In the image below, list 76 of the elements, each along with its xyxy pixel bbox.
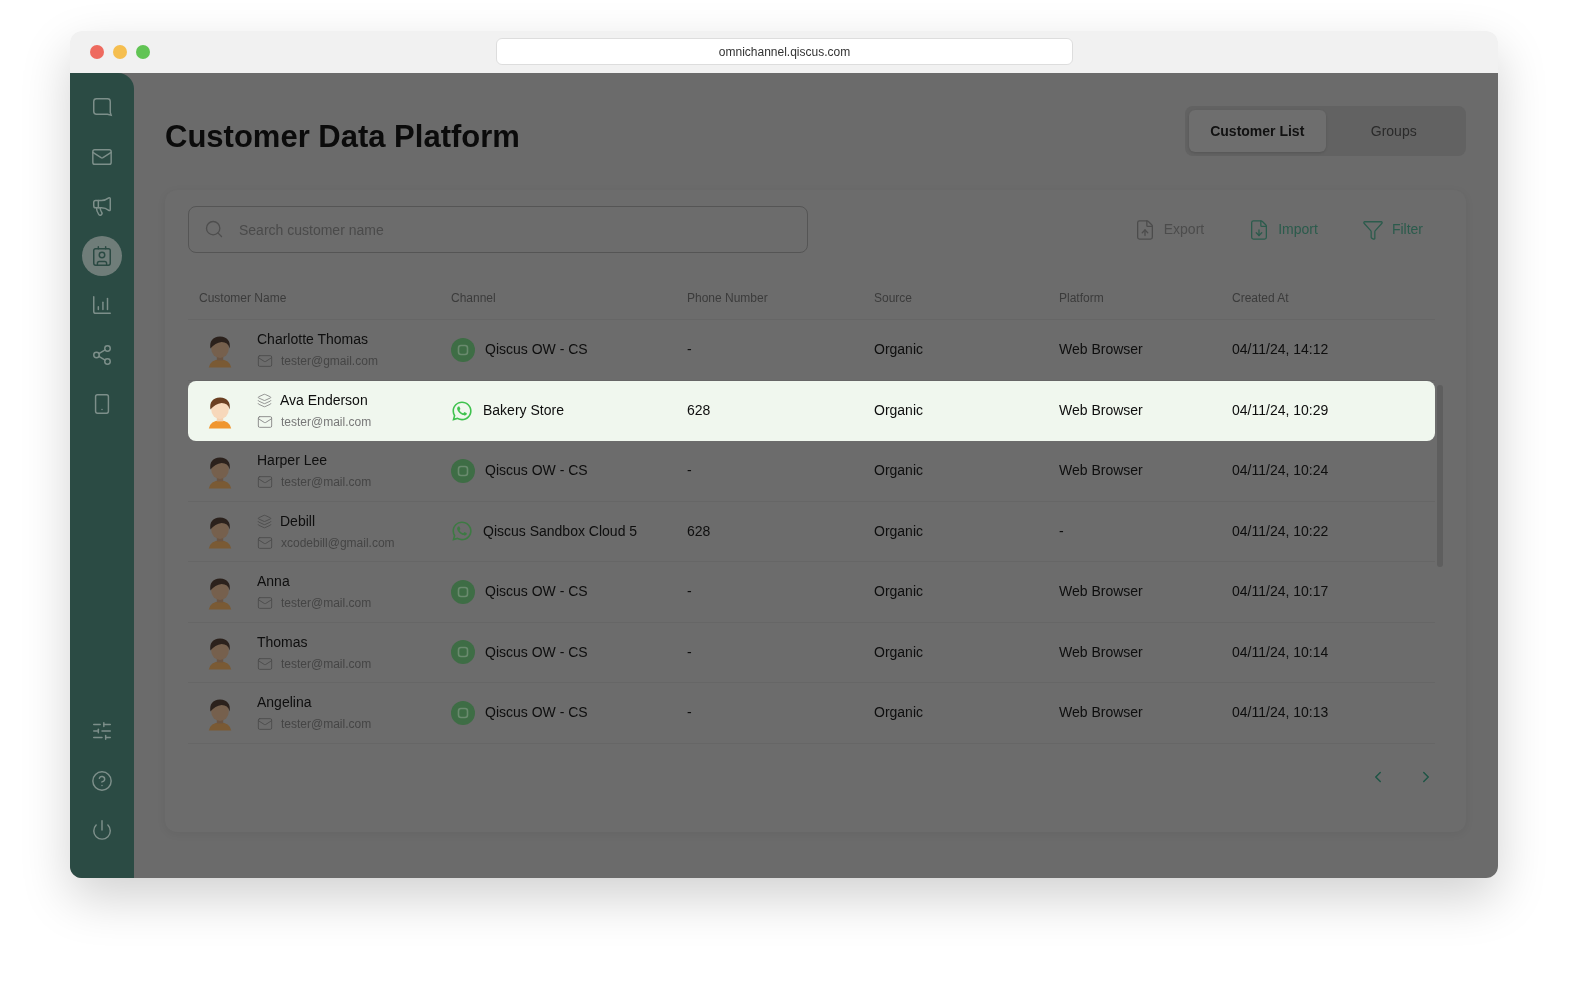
bar-chart-icon — [91, 294, 113, 316]
table-cell-text: 628 — [687, 401, 711, 421]
table-cell-text: Organic — [874, 521, 924, 541]
channel-name: Qiscus Sandbox Cloud 5 — [483, 521, 638, 541]
help-icon — [91, 769, 113, 792]
channel-name: Qiscus OW - CS — [485, 642, 588, 662]
sidebar-item[interactable] — [82, 235, 122, 276]
close-window-icon[interactable] — [90, 45, 104, 59]
mail-icon — [257, 595, 273, 612]
mail-icon — [257, 414, 273, 431]
chat-bubble-icon — [451, 700, 475, 725]
table-cell-text: Web Browser — [1059, 401, 1143, 421]
mail-icon — [257, 655, 273, 672]
channel-name: Bakery Store — [483, 401, 564, 421]
table-cell-text: 04/11/24, 10:14 — [1232, 642, 1329, 662]
table-row[interactable]: Ava Enderson tester@mail.com Bakery Store 628 Organic Web Browser 04/11/24, 10:29 — [188, 380, 1435, 441]
customer-email: tester@mail.com — [281, 414, 372, 432]
tab[interactable]: Groups — [1325, 110, 1462, 152]
customer-name: Thomas — [257, 632, 308, 652]
table-cell-text: - — [687, 340, 692, 360]
mail-icon — [257, 716, 273, 733]
whatsapp-icon — [451, 399, 473, 422]
table-cell-text: Web Browser — [1059, 703, 1143, 723]
address-bar[interactable]: omnichannel.qiscus.com — [496, 38, 1073, 65]
minimize-window-icon[interactable] — [113, 45, 127, 59]
whatsapp-icon — [451, 520, 473, 543]
page-title: Customer Data Platform — [165, 118, 520, 156]
table-cell-text: 04/11/24, 10:24 — [1232, 461, 1329, 481]
table-cell-text: - — [687, 642, 692, 662]
table-cell-text: Organic — [874, 642, 924, 662]
table-cell-text: 04/11/24, 10:29 — [1232, 401, 1329, 421]
mail-icon — [257, 474, 273, 491]
table-cell-text: 04/11/24, 14:12 — [1232, 340, 1329, 360]
chat-logo-icon — [91, 96, 113, 118]
chat-bubble-icon — [451, 337, 475, 362]
chat-bubble-icon — [451, 458, 475, 483]
channel-name: Qiscus OW - CS — [485, 703, 588, 723]
table-cell-text: Web Browser — [1059, 461, 1143, 481]
table-cell-text: - — [687, 461, 692, 481]
tab[interactable]: Customer List — [1189, 110, 1326, 152]
table-cell-text: Organic — [874, 582, 924, 602]
table-cell-text: - — [1059, 521, 1064, 541]
table-cell-text: - — [687, 703, 692, 723]
contact-card-icon — [91, 244, 113, 267]
table-cell-text: 04/11/24, 10:13 — [1232, 703, 1329, 723]
customer-name: Harper Lee — [257, 451, 328, 471]
table-cell-text: Organic — [874, 340, 924, 360]
customer-name: Angelina — [257, 693, 312, 713]
table-cell-text: Web Browser — [1059, 340, 1143, 360]
chat-bubble-icon — [451, 640, 475, 665]
share-nodes-icon — [91, 343, 113, 366]
mail-icon — [257, 534, 273, 551]
table-cell-text: 04/11/24, 10:17 — [1232, 582, 1329, 602]
filter-icon — [1361, 218, 1384, 241]
chat-bubble-icon — [451, 579, 475, 604]
maximize-window-icon[interactable] — [136, 45, 150, 59]
customer-name: Ava Enderson — [280, 391, 368, 411]
table-cell-text: Organic — [874, 461, 924, 481]
table-cell-text: Organic — [874, 401, 924, 421]
table-cell-text: Organic — [874, 703, 924, 723]
settings-icon — [91, 720, 113, 742]
table-cell-text: - — [687, 582, 692, 602]
table-cell-text: 628 — [687, 521, 711, 541]
power-icon — [91, 819, 113, 841]
table-cell-text: Web Browser — [1059, 642, 1143, 662]
table-cell-text: 04/11/24, 10:22 — [1232, 521, 1329, 541]
customer-name: Anna — [257, 572, 290, 592]
channel-name: Qiscus OW - CS — [485, 582, 588, 602]
megaphone-icon — [91, 195, 113, 217]
channel-name: Qiscus OW - CS — [485, 340, 588, 360]
customer-name: Debill — [280, 511, 315, 531]
table-cell-text: Web Browser — [1059, 582, 1143, 602]
customer-name: Charlotte Thomas — [257, 330, 368, 350]
channel-name: Qiscus OW - CS — [485, 461, 588, 481]
mail-icon — [257, 353, 273, 370]
search-icon — [204, 219, 224, 239]
